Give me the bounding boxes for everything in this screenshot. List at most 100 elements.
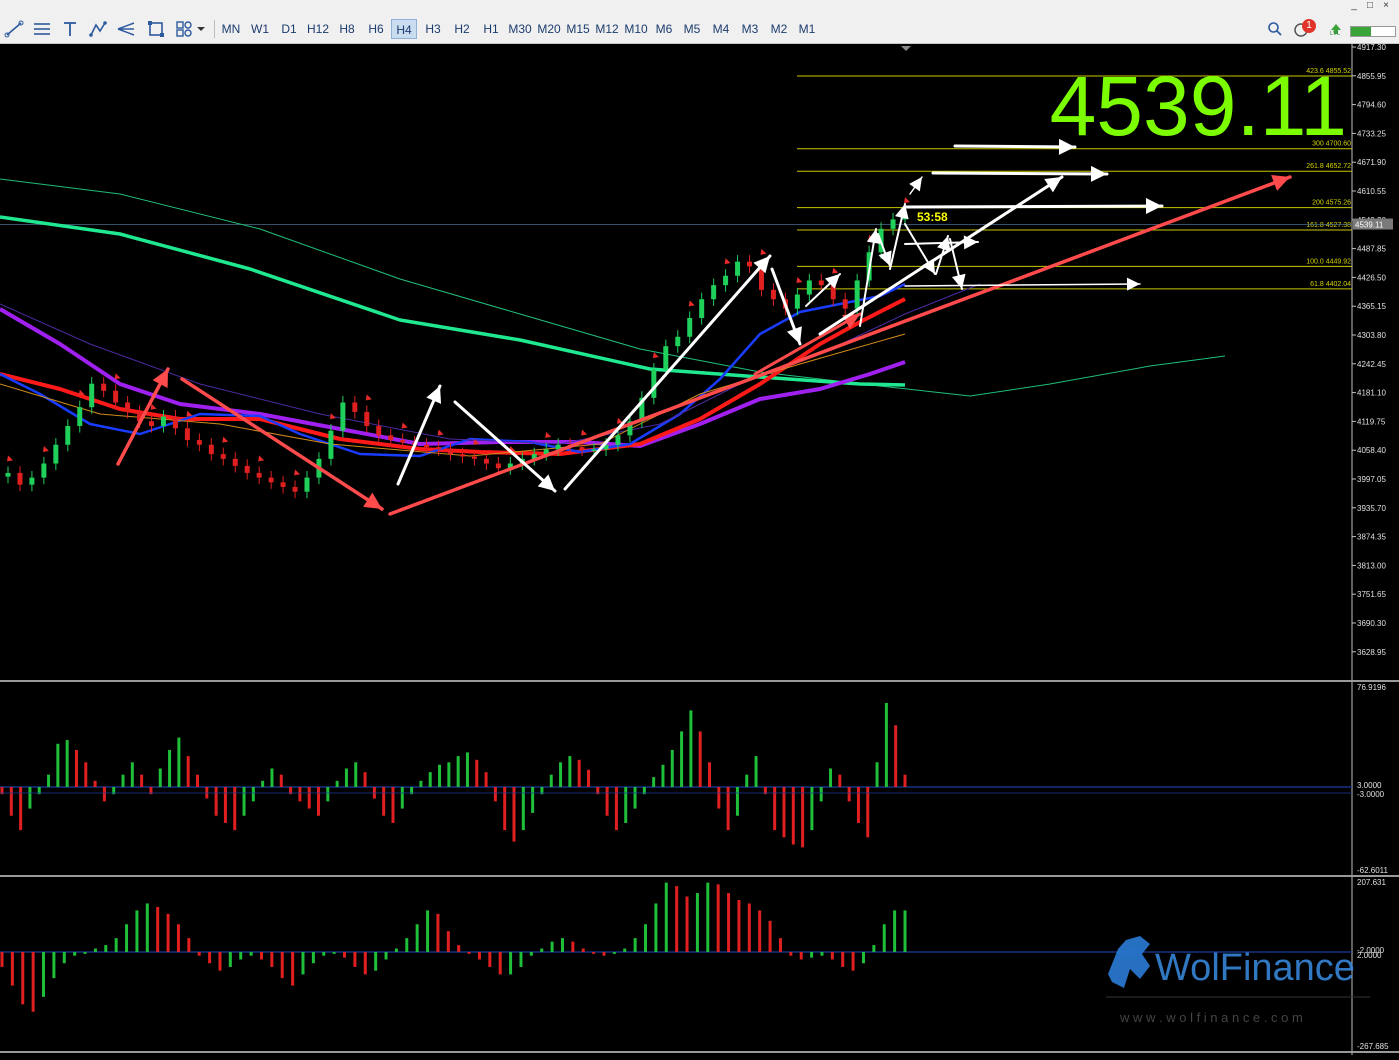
wave-arrow-head: [1044, 177, 1062, 193]
y-tick-label: 3628.95: [1357, 648, 1386, 657]
candle-body: [244, 465, 250, 473]
candle-body: [699, 299, 705, 319]
fractal-arrow-marker: [401, 422, 408, 429]
candle-body: [806, 280, 812, 295]
timeframe-h3[interactable]: H3: [420, 19, 446, 39]
candle-body: [125, 402, 131, 412]
y-tick-label: 4917.30: [1357, 44, 1386, 52]
timeframe-m3[interactable]: M3: [737, 19, 763, 39]
candle-body: [89, 383, 95, 408]
fractal-arrow-marker: [796, 276, 803, 283]
y-tick-label: 4365.15: [1357, 302, 1386, 311]
fractal-arrow-marker: [114, 373, 121, 380]
oscillator-1-tick-label: -3.0000: [1357, 790, 1385, 799]
candle-body: [579, 447, 585, 450]
y-tick-label: 4181.10: [1357, 389, 1386, 398]
timeframe-mn[interactable]: MN: [218, 19, 244, 39]
fractal-arrow-marker: [724, 258, 731, 265]
fractal-arrow-marker: [904, 197, 910, 204]
current-price-tag-label: 4539.11: [1355, 221, 1384, 230]
wave-arrow: [931, 171, 1109, 176]
maximize-button[interactable]: □: [1363, 0, 1377, 13]
text-icon[interactable]: [58, 17, 82, 41]
close-button[interactable]: ×: [1379, 0, 1393, 13]
candle-body: [196, 440, 202, 445]
candle-body: [459, 454, 465, 457]
fractal-arrow-marker: [78, 389, 85, 396]
candle-body: [483, 458, 489, 464]
y-tick-label: 4119.75: [1357, 417, 1386, 426]
moving-average-green-thin: [0, 178, 1226, 397]
timeframe-m4[interactable]: M4: [708, 19, 734, 39]
chart-shift-marker: [901, 46, 911, 51]
timeframe-m6[interactable]: M6: [651, 19, 677, 39]
candle-body: [448, 449, 454, 455]
candle-body: [735, 261, 741, 276]
timeframe-w1[interactable]: W1: [247, 19, 273, 39]
y-tick-label: 4733.25: [1357, 129, 1386, 138]
candle-body: [711, 285, 717, 300]
candle-body: [328, 430, 334, 459]
timeframe-h4[interactable]: H4: [391, 19, 417, 39]
candle-body: [5, 472, 11, 477]
fib-level-label: 100.0 4449.92: [1306, 258, 1351, 265]
wave-arrow: [953, 144, 1077, 149]
timeframe-m2[interactable]: M2: [766, 19, 792, 39]
candle-body: [675, 336, 681, 347]
timeframe-m5[interactable]: M5: [679, 19, 705, 39]
timeframe-m15[interactable]: M15: [564, 19, 592, 39]
timeframe-m20[interactable]: M20: [535, 19, 563, 39]
fractal-arrow-marker: [222, 436, 229, 443]
minimize-button[interactable]: _: [1347, 0, 1361, 13]
candle-body: [352, 402, 358, 412]
current-price-display: 4539.11: [1050, 59, 1347, 153]
trend-arrow-down: [180, 377, 384, 511]
chevron-down-icon[interactable]: [194, 17, 208, 41]
fractal-arrow-marker: [545, 431, 552, 438]
timeframe-h8[interactable]: H8: [334, 19, 360, 39]
candle-body: [17, 472, 23, 485]
fib-level-label: 200 4575.26: [1312, 200, 1351, 207]
moving-average-green-thick: [0, 215, 906, 387]
candle-body: [400, 440, 406, 443]
candle-body: [280, 482, 286, 488]
timeframe-h2[interactable]: H2: [449, 19, 475, 39]
fibonacci-icon[interactable]: [86, 17, 110, 41]
y-tick-label: 4058.40: [1357, 446, 1386, 455]
title-bar: _ □ ×: [0, 0, 1399, 14]
timeframe-d1[interactable]: D1: [276, 19, 302, 39]
timeframe-m12[interactable]: M12: [593, 19, 621, 39]
timeframe-m30[interactable]: M30: [506, 19, 534, 39]
channel-icon[interactable]: [30, 17, 54, 41]
fractal-arrow-marker: [329, 413, 336, 420]
candle-body: [160, 416, 166, 426]
trendline-icon[interactable]: [2, 17, 26, 41]
candle-body: [340, 402, 346, 431]
level-up-icon[interactable]: [1325, 17, 1347, 41]
fractal-arrow-marker: [186, 410, 193, 417]
oscillator-1-tick-label: -62.6011: [1357, 866, 1389, 875]
candle-body: [232, 458, 238, 466]
fractal-arrow-marker: [832, 267, 839, 274]
shapes-icon[interactable]: [172, 17, 196, 41]
wolfinance-logo: [1108, 936, 1150, 988]
candle-body: [65, 425, 71, 445]
timeframe-m1[interactable]: M1: [794, 19, 820, 39]
oscillator-1-tick-label: 76.9196: [1357, 683, 1386, 692]
oscillator-1-tick-label: 3.0000: [1357, 781, 1382, 790]
fractal-arrow-marker: [581, 429, 588, 436]
candle-body: [723, 275, 729, 286]
timeframe-h1[interactable]: H1: [478, 19, 504, 39]
watermark-website: w w w . w o l f i n a n c e . c o m: [1119, 1010, 1303, 1025]
timeframe-h12[interactable]: H12: [305, 19, 331, 39]
timeframe-h6[interactable]: H6: [363, 19, 389, 39]
timeframe-m10[interactable]: M10: [622, 19, 650, 39]
rectangle-icon[interactable]: [144, 17, 168, 41]
trading-chart[interactable]: 4917.30 4855.95 4794.60 4733.25 4671.90 4610.…: [0, 43, 1399, 1055]
y-tick-label: 4487.85: [1357, 245, 1386, 254]
wave-arrow: [563, 254, 772, 491]
fractal-arrow-marker: [294, 469, 301, 476]
search-icon[interactable]: [1263, 17, 1287, 41]
wave-arrow-head: [921, 258, 935, 274]
pitchfork-icon[interactable]: [114, 17, 138, 41]
